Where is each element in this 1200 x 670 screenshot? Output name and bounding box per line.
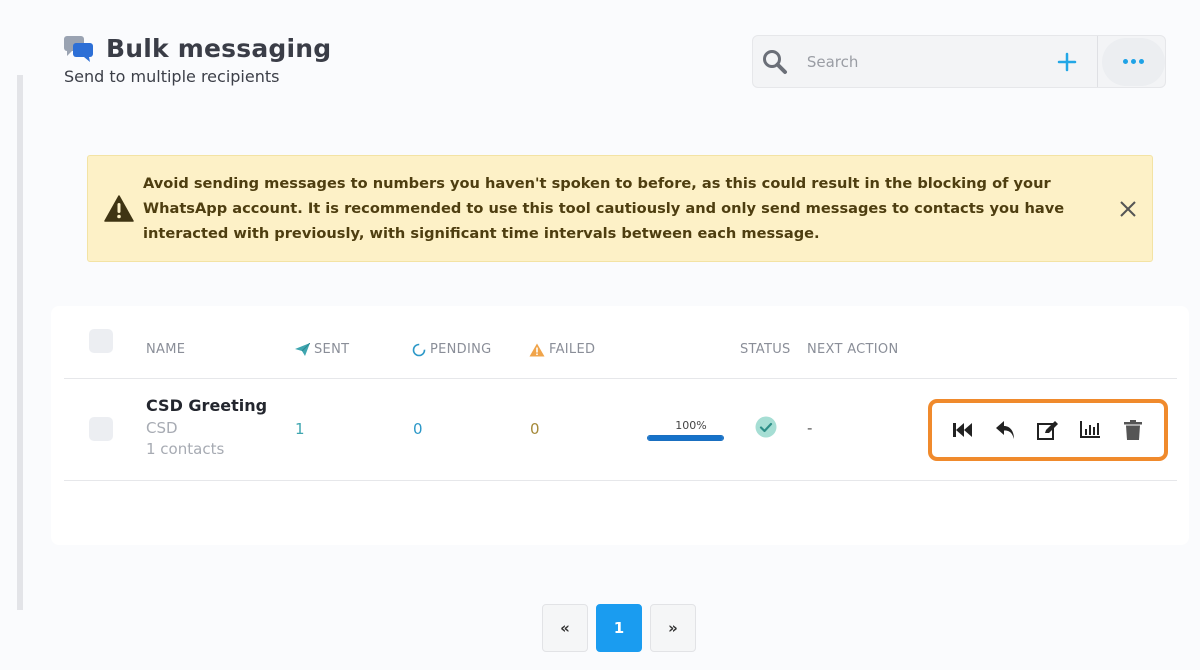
- next-action-value: -: [807, 419, 813, 437]
- search-bar: [752, 35, 1166, 88]
- dot-icon: [1130, 59, 1136, 64]
- chat-bubbles-icon: [64, 35, 94, 62]
- campaign-name: CSD Greeting: [146, 396, 268, 415]
- search-icon: [753, 49, 797, 75]
- pending-count: 0: [413, 420, 423, 438]
- left-scroll-rail: [17, 75, 23, 610]
- search-input[interactable]: [804, 51, 1024, 72]
- plus-icon: [1058, 52, 1077, 71]
- page-header: Bulk messaging Send to multiple recipien…: [64, 34, 331, 86]
- progress-fill: [648, 436, 723, 440]
- add-button[interactable]: [1050, 52, 1085, 72]
- select-all-checkbox[interactable]: [89, 329, 113, 353]
- close-warning-button[interactable]: [1119, 200, 1137, 218]
- status-check-icon: [755, 416, 777, 442]
- pagination: « 1 »: [542, 604, 696, 652]
- page-title: Bulk messaging: [106, 34, 332, 63]
- reply-button[interactable]: [992, 416, 1020, 444]
- column-header-pending[interactable]: PENDING: [412, 342, 492, 357]
- warning-icon: [529, 343, 545, 356]
- trash-icon: [1123, 420, 1142, 440]
- campaign-contacts: 1 contacts: [146, 440, 225, 458]
- campaign-label: CSD: [146, 419, 178, 437]
- stats-button[interactable]: [1076, 416, 1104, 444]
- skip-back-icon: [953, 423, 973, 437]
- bar-chart-icon: [1080, 421, 1101, 438]
- row-divider: [64, 378, 1177, 379]
- next-page-button[interactable]: »: [650, 604, 696, 652]
- column-header-status: STATUS: [740, 342, 791, 357]
- edit-button[interactable]: [1034, 416, 1062, 444]
- failed-count: 0: [530, 420, 540, 438]
- delete-button[interactable]: [1119, 416, 1147, 444]
- row-divider: [64, 480, 1177, 481]
- progress-bar: [647, 435, 724, 441]
- dot-icon: [1122, 59, 1128, 64]
- warning-triangle-icon: [104, 195, 134, 222]
- spinner-icon: [412, 343, 426, 356]
- warning-banner: Avoid sending messages to numbers you ha…: [87, 155, 1153, 262]
- close-icon: [1120, 200, 1136, 217]
- reply-icon: [995, 421, 1014, 439]
- progress-percent: 100%: [675, 419, 707, 432]
- row-actions: [928, 399, 1168, 461]
- column-header-failed[interactable]: FAILED: [529, 342, 595, 357]
- warning-text: Avoid sending messages to numbers you ha…: [143, 175, 1065, 242]
- prev-page-button[interactable]: «: [542, 604, 588, 652]
- campaigns-table: NAME SENT PENDING FAILED STATUS NEXT ACT…: [51, 306, 1189, 545]
- sent-count: 1: [295, 420, 305, 438]
- page-1-button[interactable]: 1: [596, 604, 642, 652]
- edit-icon: [1036, 421, 1058, 440]
- column-header-sent[interactable]: SENT: [295, 342, 349, 357]
- restart-button[interactable]: [949, 416, 977, 444]
- column-header-next-action: NEXT ACTION: [807, 342, 899, 357]
- page-subtitle: Send to multiple recipients: [64, 67, 280, 86]
- paper-plane-icon: [295, 343, 310, 356]
- campaign-name-cell[interactable]: CSD Greeting CSD 1 contacts: [146, 396, 267, 458]
- more-options-button[interactable]: [1101, 37, 1165, 86]
- column-header-name[interactable]: NAME: [146, 342, 185, 357]
- row-checkbox[interactable]: [89, 417, 113, 441]
- dot-icon: [1138, 59, 1144, 64]
- search-divider: [1096, 36, 1098, 87]
